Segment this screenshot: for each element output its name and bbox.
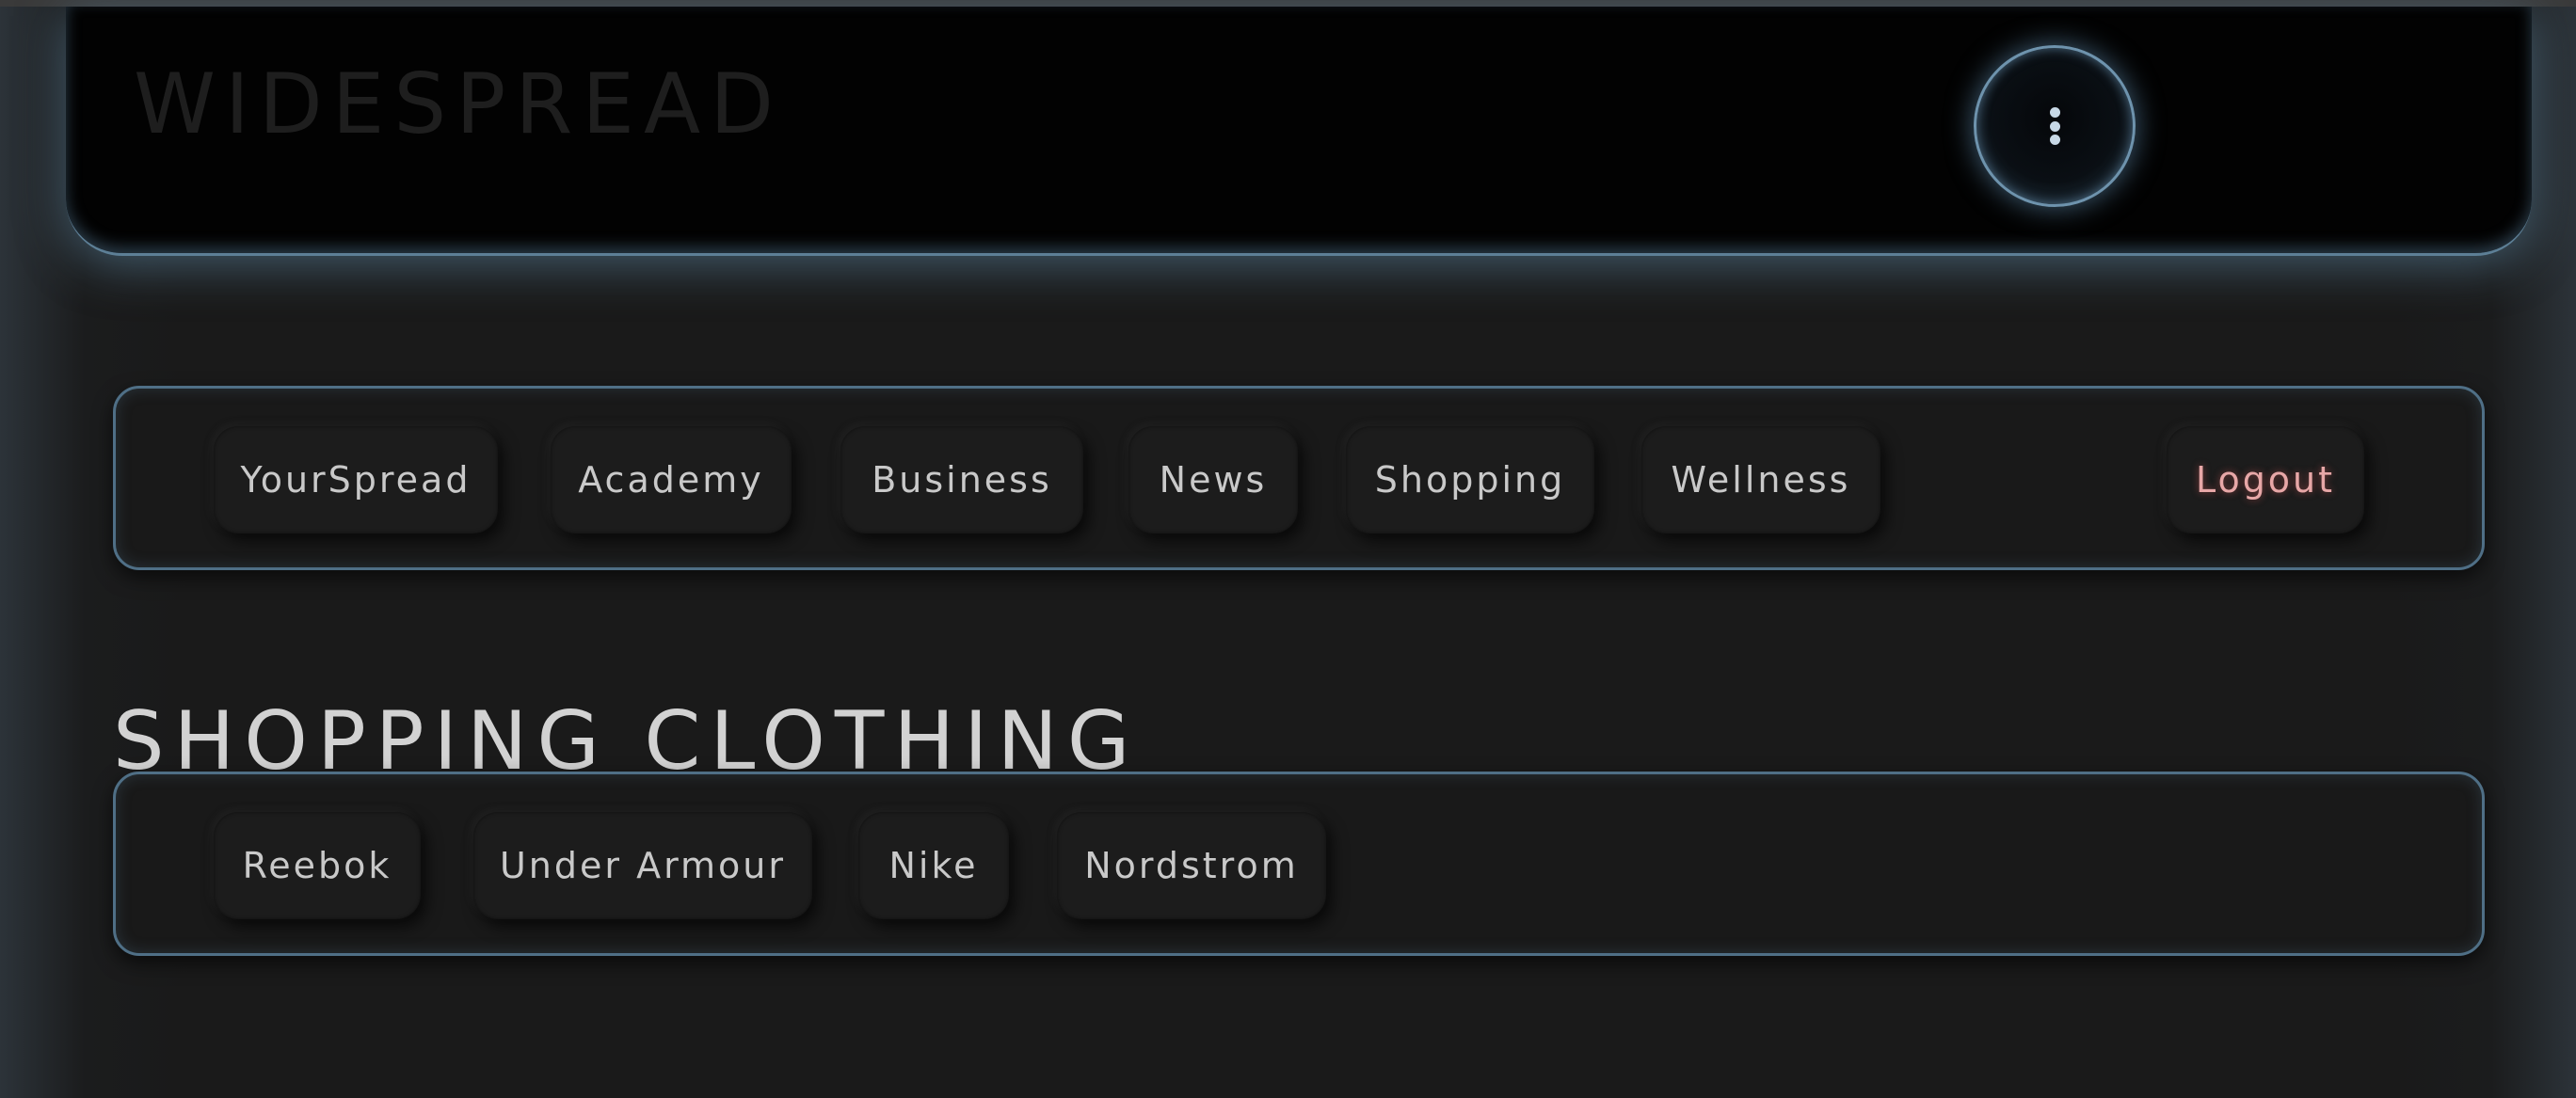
logout-button[interactable]: Logout xyxy=(2167,426,2364,533)
top-strip xyxy=(0,0,2576,7)
kebab-menu-icon xyxy=(2049,107,2060,145)
menu-button[interactable] xyxy=(1974,45,2136,207)
brand-item-nike[interactable]: Nike xyxy=(858,812,1009,919)
menu-dot xyxy=(2049,120,2060,132)
nav-item-wellness[interactable]: Wellness xyxy=(1641,426,1880,533)
menu-dot xyxy=(2049,135,2060,145)
nav-item-shopping[interactable]: Shopping xyxy=(1346,426,1594,533)
nav-item-academy[interactable]: Academy xyxy=(551,426,792,533)
nav-item-news[interactable]: News xyxy=(1128,426,1298,533)
nav-item-yourspread[interactable]: YourSpread xyxy=(214,426,498,533)
brand-item-under-armour[interactable]: Under Armour xyxy=(473,812,812,919)
page: WIDESPREAD YourSpread Academy Business N… xyxy=(0,0,2576,1098)
brand-list: Reebok Under Armour Nike Nordstrom xyxy=(113,772,2485,956)
brand-item-nordstrom[interactable]: Nordstrom xyxy=(1057,812,1326,919)
brand-logo[interactable]: WIDESPREAD xyxy=(134,56,783,152)
brand-item-reebok[interactable]: Reebok xyxy=(214,812,421,919)
main-nav: YourSpread Academy Business News Shoppin… xyxy=(113,386,2485,570)
site-header: WIDESPREAD xyxy=(66,7,2532,256)
menu-dot xyxy=(2049,107,2060,118)
nav-item-business[interactable]: Business xyxy=(840,426,1083,533)
